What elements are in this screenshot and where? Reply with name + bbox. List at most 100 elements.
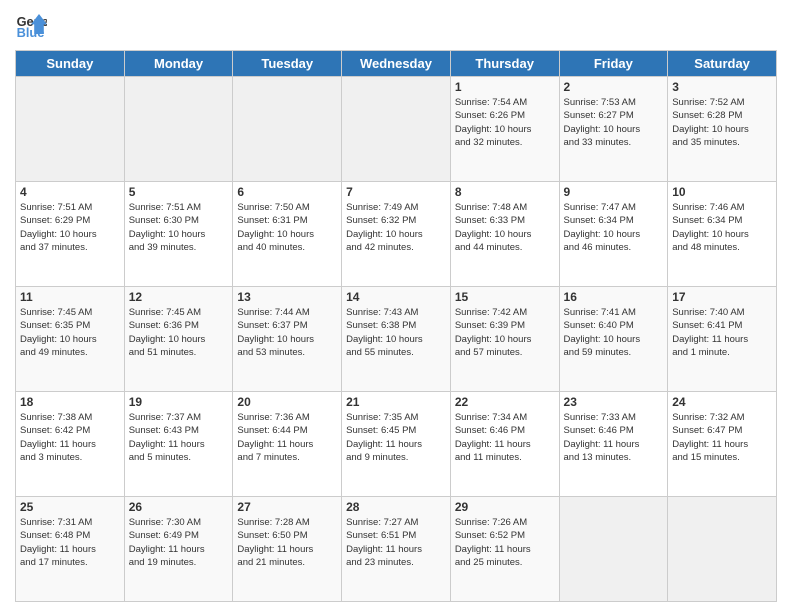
- day-number: 26: [129, 500, 229, 514]
- day-info: Sunrise: 7:52 AMSunset: 6:28 PMDaylight:…: [672, 96, 772, 149]
- header: General Blue: [15, 10, 777, 42]
- weekday-header-saturday: Saturday: [668, 51, 777, 77]
- day-number: 2: [564, 80, 664, 94]
- day-info: Sunrise: 7:37 AMSunset: 6:43 PMDaylight:…: [129, 411, 229, 464]
- day-number: 21: [346, 395, 446, 409]
- calendar-header-row: SundayMondayTuesdayWednesdayThursdayFrid…: [16, 51, 777, 77]
- day-number: 20: [237, 395, 337, 409]
- calendar: SundayMondayTuesdayWednesdayThursdayFrid…: [15, 50, 777, 602]
- calendar-cell: 8 Sunrise: 7:48 AMSunset: 6:33 PMDaylight…: [450, 182, 559, 287]
- weekday-header-friday: Friday: [559, 51, 668, 77]
- calendar-cell: 19 Sunrise: 7:37 AMSunset: 6:43 PMDayligh…: [124, 392, 233, 497]
- day-number: 5: [129, 185, 229, 199]
- calendar-cell: 11 Sunrise: 7:45 AMSunset: 6:35 PMDayligh…: [16, 287, 125, 392]
- calendar-cell: 4 Sunrise: 7:51 AMSunset: 6:29 PMDaylight…: [16, 182, 125, 287]
- calendar-cell: 16 Sunrise: 7:41 AMSunset: 6:40 PMDayligh…: [559, 287, 668, 392]
- weekday-header-wednesday: Wednesday: [342, 51, 451, 77]
- day-number: 15: [455, 290, 555, 304]
- day-number: 13: [237, 290, 337, 304]
- day-number: 12: [129, 290, 229, 304]
- day-info: Sunrise: 7:27 AMSunset: 6:51 PMDaylight:…: [346, 516, 446, 569]
- day-info: Sunrise: 7:54 AMSunset: 6:26 PMDaylight:…: [455, 96, 555, 149]
- day-number: 17: [672, 290, 772, 304]
- day-number: 24: [672, 395, 772, 409]
- day-number: 9: [564, 185, 664, 199]
- calendar-cell: [668, 497, 777, 602]
- day-info: Sunrise: 7:51 AMSunset: 6:30 PMDaylight:…: [129, 201, 229, 254]
- day-info: Sunrise: 7:36 AMSunset: 6:44 PMDaylight:…: [237, 411, 337, 464]
- calendar-week-5: 25Sunrise: 7:31 AMSunset: 6:48 PMDayligh…: [16, 497, 777, 602]
- day-info: Sunrise: 7:43 AMSunset: 6:38 PMDaylight:…: [346, 306, 446, 359]
- calendar-cell: 26 Sunrise: 7:30 AMSunset: 6:49 PMDayligh…: [124, 497, 233, 602]
- day-info: Sunrise: 7:46 AMSunset: 6:34 PMDaylight:…: [672, 201, 772, 254]
- day-info: Sunrise: 7:30 AMSunset: 6:49 PMDaylight:…: [129, 516, 229, 569]
- calendar-cell: 2 Sunrise: 7:53 AMSunset: 6:27 PMDaylight…: [559, 77, 668, 182]
- day-info: Sunrise: 7:53 AMSunset: 6:27 PMDaylight:…: [564, 96, 664, 149]
- day-info: Sunrise: 7:34 AMSunset: 6:46 PMDaylight:…: [455, 411, 555, 464]
- day-info: Sunrise: 7:32 AMSunset: 6:47 PMDaylight:…: [672, 411, 772, 464]
- day-info: Sunrise: 7:41 AMSunset: 6:40 PMDaylight:…: [564, 306, 664, 359]
- calendar-cell: [559, 497, 668, 602]
- day-number: 23: [564, 395, 664, 409]
- calendar-cell: 17 Sunrise: 7:40 AMSunset: 6:41 PMDayligh…: [668, 287, 777, 392]
- day-info: Sunrise: 7:38 AMSunset: 6:42 PMDaylight:…: [20, 411, 120, 464]
- calendar-cell: 3Sunrise: 7:52 AMSunset: 6:28 PMDaylight…: [668, 77, 777, 182]
- calendar-cell: 29 Sunrise: 7:26 AMSunset: 6:52 PMDayligh…: [450, 497, 559, 602]
- calendar-cell: 21 Sunrise: 7:35 AMSunset: 6:45 PMDayligh…: [342, 392, 451, 497]
- calendar-cell: 27 Sunrise: 7:28 AMSunset: 6:50 PMDayligh…: [233, 497, 342, 602]
- calendar-cell: [233, 77, 342, 182]
- calendar-cell: 18 Sunrise: 7:38 AMSunset: 6:42 PMDayligh…: [16, 392, 125, 497]
- day-info: Sunrise: 7:45 AMSunset: 6:36 PMDaylight:…: [129, 306, 229, 359]
- calendar-week-1: 1Sunrise: 7:54 AMSunset: 6:26 PMDaylight…: [16, 77, 777, 182]
- calendar-cell: 23 Sunrise: 7:33 AMSunset: 6:46 PMDayligh…: [559, 392, 668, 497]
- calendar-cell: [16, 77, 125, 182]
- calendar-cell: 25Sunrise: 7:31 AMSunset: 6:48 PMDayligh…: [16, 497, 125, 602]
- day-number: 8: [455, 185, 555, 199]
- day-info: Sunrise: 7:44 AMSunset: 6:37 PMDaylight:…: [237, 306, 337, 359]
- day-number: 6: [237, 185, 337, 199]
- calendar-cell: 15Sunrise: 7:42 AMSunset: 6:39 PMDayligh…: [450, 287, 559, 392]
- calendar-week-4: 18 Sunrise: 7:38 AMSunset: 6:42 PMDayligh…: [16, 392, 777, 497]
- day-info: Sunrise: 7:51 AMSunset: 6:29 PMDaylight:…: [20, 201, 120, 254]
- calendar-cell: 14Sunrise: 7:43 AMSunset: 6:38 PMDayligh…: [342, 287, 451, 392]
- weekday-header-monday: Monday: [124, 51, 233, 77]
- calendar-cell: [124, 77, 233, 182]
- calendar-cell: 1Sunrise: 7:54 AMSunset: 6:26 PMDaylight…: [450, 77, 559, 182]
- day-number: 11: [20, 290, 120, 304]
- day-info: Sunrise: 7:40 AMSunset: 6:41 PMDaylight:…: [672, 306, 772, 359]
- calendar-cell: 22 Sunrise: 7:34 AMSunset: 6:46 PMDayligh…: [450, 392, 559, 497]
- day-info: Sunrise: 7:48 AMSunset: 6:33 PMDaylight:…: [455, 201, 555, 254]
- day-number: 18: [20, 395, 120, 409]
- day-info: Sunrise: 7:50 AMSunset: 6:31 PMDaylight:…: [237, 201, 337, 254]
- day-number: 29: [455, 500, 555, 514]
- day-info: Sunrise: 7:45 AMSunset: 6:35 PMDaylight:…: [20, 306, 120, 359]
- weekday-header-tuesday: Tuesday: [233, 51, 342, 77]
- day-number: 4: [20, 185, 120, 199]
- calendar-cell: 5 Sunrise: 7:51 AMSunset: 6:30 PMDaylight…: [124, 182, 233, 287]
- weekday-header-thursday: Thursday: [450, 51, 559, 77]
- day-number: 19: [129, 395, 229, 409]
- day-info: Sunrise: 7:28 AMSunset: 6:50 PMDaylight:…: [237, 516, 337, 569]
- calendar-cell: 13 Sunrise: 7:44 AMSunset: 6:37 PMDayligh…: [233, 287, 342, 392]
- day-info: Sunrise: 7:31 AMSunset: 6:48 PMDaylight:…: [20, 516, 120, 569]
- calendar-cell: 7Sunrise: 7:49 AMSunset: 6:32 PMDaylight…: [342, 182, 451, 287]
- day-number: 27: [237, 500, 337, 514]
- day-number: 16: [564, 290, 664, 304]
- day-number: 10: [672, 185, 772, 199]
- logo: General Blue: [15, 10, 51, 42]
- day-number: 22: [455, 395, 555, 409]
- weekday-header-sunday: Sunday: [16, 51, 125, 77]
- logo-icon: General Blue: [15, 10, 47, 42]
- calendar-cell: 24 Sunrise: 7:32 AMSunset: 6:47 PMDayligh…: [668, 392, 777, 497]
- day-info: Sunrise: 7:33 AMSunset: 6:46 PMDaylight:…: [564, 411, 664, 464]
- calendar-cell: 28 Sunrise: 7:27 AMSunset: 6:51 PMDayligh…: [342, 497, 451, 602]
- calendar-cell: 12 Sunrise: 7:45 AMSunset: 6:36 PMDayligh…: [124, 287, 233, 392]
- calendar-cell: [342, 77, 451, 182]
- calendar-week-3: 11 Sunrise: 7:45 AMSunset: 6:35 PMDayligh…: [16, 287, 777, 392]
- day-number: 28: [346, 500, 446, 514]
- day-info: Sunrise: 7:26 AMSunset: 6:52 PMDaylight:…: [455, 516, 555, 569]
- calendar-cell: 10 Sunrise: 7:46 AMSunset: 6:34 PMDayligh…: [668, 182, 777, 287]
- day-info: Sunrise: 7:35 AMSunset: 6:45 PMDaylight:…: [346, 411, 446, 464]
- page: General Blue SundayMondayTuesdayWednesda…: [0, 0, 792, 612]
- calendar-cell: 20 Sunrise: 7:36 AMSunset: 6:44 PMDayligh…: [233, 392, 342, 497]
